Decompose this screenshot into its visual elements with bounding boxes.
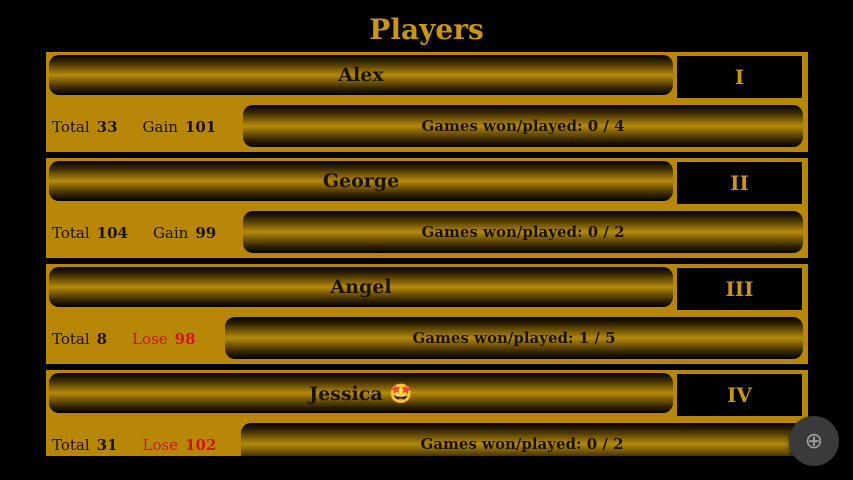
page-title: Players — [369, 13, 484, 46]
add-circle-icon: ⊕ — [804, 428, 824, 454]
total-value: 31 — [96, 436, 118, 454]
delta-value: 99 — [195, 224, 217, 242]
games-label: Games won/played: — [412, 329, 579, 347]
games-record-button[interactable]: Games won/played: 1 / 5 — [225, 317, 803, 359]
total-label: Total — [52, 436, 90, 454]
player-card[interactable]: Angel III Total 8 Lose 98 Games won/play… — [46, 264, 808, 364]
player-name[interactable]: Alex — [49, 55, 673, 95]
player-rank: I — [677, 56, 802, 98]
games-label: Games won/played: — [421, 223, 588, 241]
player-rank: III — [677, 268, 802, 310]
player-name[interactable]: Angel — [49, 267, 673, 307]
player-name[interactable]: George — [49, 161, 673, 201]
player-name[interactable]: Jessica 🤩 — [49, 373, 673, 413]
player-stats: Total 33 Gain 101 — [52, 118, 241, 136]
games-value: 0 / 2 — [587, 223, 625, 241]
total-label: Total — [52, 118, 90, 136]
delta-value: 102 — [185, 436, 217, 454]
total-value: 104 — [96, 224, 128, 242]
player-card[interactable]: Alex I Total 33 Gain 101 Games won/playe… — [46, 52, 808, 152]
games-value: 1 / 5 — [578, 329, 616, 347]
games-record-button[interactable]: Games won/played: 0 / 2 — [243, 211, 803, 253]
player-stats: Total 104 Gain 99 — [52, 224, 241, 242]
player-card[interactable]: George II Total 104 Gain 99 Games won/pl… — [46, 158, 808, 258]
delta-value: 98 — [174, 330, 196, 348]
delta-label: Gain — [142, 118, 178, 136]
add-player-button[interactable]: ⊕ — [789, 416, 839, 466]
delta-label: Lose — [132, 330, 168, 348]
total-label: Total — [52, 330, 90, 348]
games-label: Games won/played: — [421, 117, 588, 135]
games-value: 0 / 4 — [587, 117, 625, 135]
games-record-button[interactable]: Games won/played: 0 / 4 — [243, 105, 803, 147]
games-value: 0 / 2 — [586, 435, 624, 453]
games-record-button[interactable]: Games won/played: 0 / 2 — [241, 423, 803, 456]
player-rank: II — [677, 162, 802, 204]
total-label: Total — [52, 224, 90, 242]
players-list[interactable]: Alex I Total 33 Gain 101 Games won/playe… — [46, 52, 808, 456]
player-stats: Total 8 Lose 98 — [52, 330, 221, 348]
total-value: 33 — [96, 118, 118, 136]
delta-label: Lose — [142, 436, 179, 454]
player-rank: IV — [677, 374, 802, 416]
player-stats: Total 31 Lose 102 — [52, 436, 241, 454]
total-value: 8 — [96, 330, 108, 348]
delta-label: Gain — [152, 224, 189, 242]
games-label: Games won/played: — [420, 435, 587, 453]
player-card[interactable]: Jessica 🤩 IV Total 31 Lose 102 Games won… — [46, 370, 808, 456]
delta-value: 101 — [184, 118, 217, 136]
